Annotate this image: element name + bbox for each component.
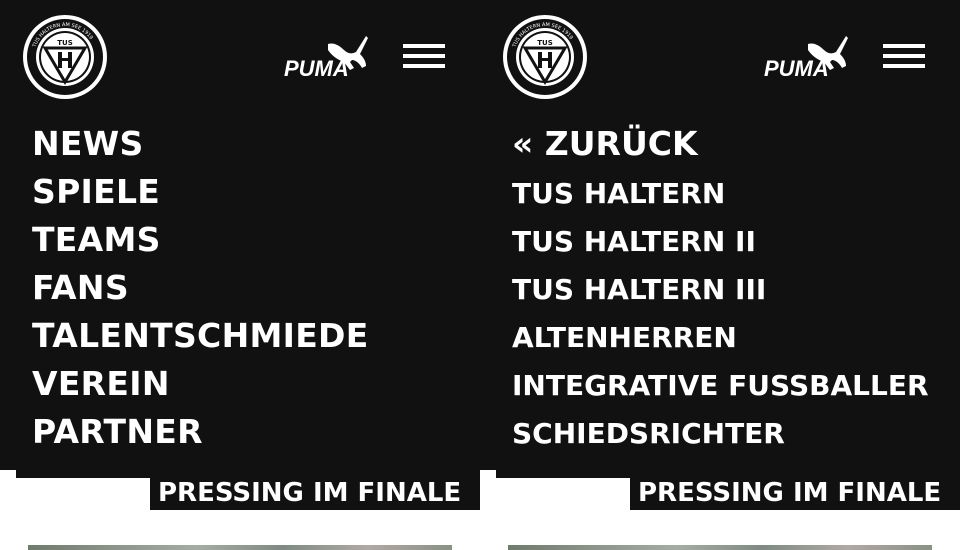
- nav-item-verein[interactable]: VEREIN: [32, 360, 369, 408]
- hamburger-line-icon: [883, 64, 925, 68]
- hamburger-line-icon: [403, 64, 445, 68]
- svg-text:TUS: TUS: [537, 39, 553, 47]
- submenu-item-integrative-fussballer[interactable]: INTEGRATIVE FUSSBALLER: [512, 362, 929, 410]
- back-link[interactable]: « ZURÜCK: [512, 120, 929, 170]
- teams-submenu-screen: TUS TUS HALTERN AM SEE 1919 PUMA « ZURÜC…: [480, 0, 960, 550]
- hamburger-menu-button[interactable]: [883, 44, 925, 70]
- tus-haltern-crest-icon[interactable]: TUS TUS HALTERN AM SEE 1919: [502, 14, 588, 100]
- hamburger-line-icon: [883, 44, 925, 48]
- submenu-item-tus-haltern[interactable]: TUS HALTERN: [512, 170, 929, 218]
- article-headline[interactable]: PRESSING IM FINALE: [638, 476, 956, 510]
- submenu-item-tus-haltern-iii[interactable]: TUS HALTERN III: [512, 266, 929, 314]
- main-nav-list: NEWS SPIELE TEAMS FANS TALENTSCHMIEDE VE…: [32, 120, 369, 456]
- article-headline[interactable]: PRESSING IM FINALE: [158, 476, 476, 510]
- puma-logo-icon[interactable]: PUMA: [762, 32, 854, 80]
- screenshot-stage: TUS TUS HALTERN AM SEE 1919 PUMA NEWS SP…: [0, 0, 960, 550]
- submenu-item-tus-haltern-ii[interactable]: TUS HALTERN II: [512, 218, 929, 266]
- tus-haltern-crest-icon[interactable]: TUS TUS HALTERN AM SEE 1919: [22, 14, 108, 100]
- hamburger-line-icon: [883, 54, 925, 58]
- svg-text:TUS: TUS: [57, 39, 73, 47]
- nav-item-partner[interactable]: PARTNER: [32, 408, 369, 456]
- puma-logo-icon[interactable]: PUMA: [282, 32, 374, 80]
- nav-item-spiele[interactable]: SPIELE: [32, 168, 369, 216]
- article-image[interactable]: [28, 545, 452, 550]
- main-menu-screen: TUS TUS HALTERN AM SEE 1919 PUMA NEWS SP…: [0, 0, 480, 550]
- hamburger-line-icon: [403, 54, 445, 58]
- submenu-item-altenherren[interactable]: ALTENHERREN: [512, 314, 929, 362]
- hamburger-line-icon: [403, 44, 445, 48]
- nav-item-talentschmiede[interactable]: TALENTSCHMIEDE: [32, 312, 369, 360]
- nav-item-teams[interactable]: TEAMS: [32, 216, 369, 264]
- hamburger-menu-button[interactable]: [403, 44, 445, 70]
- nav-item-fans[interactable]: FANS: [32, 264, 369, 312]
- article-image[interactable]: [508, 545, 932, 550]
- submenu-item-schiedsrichter[interactable]: SCHIEDSRICHTER: [512, 410, 929, 458]
- teams-submenu-list: « ZURÜCK TUS HALTERN TUS HALTERN II TUS …: [512, 120, 929, 458]
- nav-item-news[interactable]: NEWS: [32, 120, 369, 168]
